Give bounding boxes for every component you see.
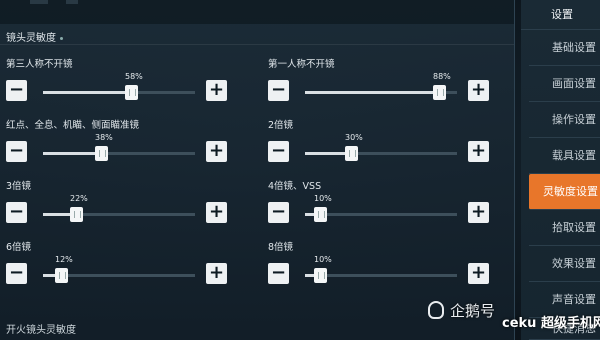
decrease-button[interactable]: − <box>268 263 289 284</box>
watermark: 企鹅号 <box>428 300 495 321</box>
sidebar-item-pickup[interactable]: 拾取设置 <box>529 210 600 246</box>
increase-button[interactable]: + <box>468 80 489 101</box>
section-title-text: 镜头灵敏度 <box>6 33 56 44</box>
slider-thumb[interactable] <box>314 207 327 222</box>
increase-button[interactable]: + <box>468 141 489 162</box>
settings-sidebar: 设置 基础设置 画面设置 操作设置 载具设置 灵敏度设置 拾取设置 效果设置 声… <box>521 0 600 340</box>
slider-track[interactable] <box>43 146 195 161</box>
slider-fill <box>43 152 101 155</box>
decrease-button[interactable]: − <box>6 263 27 284</box>
slider-track[interactable] <box>305 268 457 283</box>
control-label: 3倍镜 <box>6 181 32 192</box>
sensitivity-control: 4倍镜、VSS − 10% + <box>268 178 493 234</box>
increase-button[interactable]: + <box>206 80 227 101</box>
decrease-button[interactable]: − <box>268 141 289 162</box>
top-bar-fragment <box>66 0 78 4</box>
value-percent: 10% <box>314 194 332 203</box>
control-label: 第一人称不开镜 <box>268 59 335 70</box>
top-bar <box>0 0 514 24</box>
slider-thumb[interactable] <box>345 146 358 161</box>
value-percent: 10% <box>314 255 332 264</box>
slider-thumb[interactable] <box>314 268 327 283</box>
watermark-text: 企鹅号 <box>450 302 496 320</box>
value-percent: 12% <box>55 255 73 264</box>
value-percent: 88% <box>433 72 451 81</box>
slider-track[interactable] <box>305 85 457 100</box>
increase-button[interactable]: + <box>468 202 489 223</box>
value-percent: 22% <box>70 194 88 203</box>
control-label: 8倍镜 <box>268 242 294 253</box>
control-label: 红点、全息、机瞄、侧面瞄准镜 <box>6 120 140 131</box>
increase-button[interactable]: + <box>206 202 227 223</box>
sidebar-item-vehicle[interactable]: 载具设置 <box>529 138 600 174</box>
sensitivity-control: 2倍镜 − 30% + <box>268 117 493 173</box>
decrease-button[interactable]: − <box>6 141 27 162</box>
increase-button[interactable]: + <box>206 141 227 162</box>
slider-thumb[interactable] <box>70 207 83 222</box>
sidebar-item-basic[interactable]: 基础设置 <box>529 30 600 66</box>
slider-thumb[interactable] <box>55 268 68 283</box>
bottom-section-title: 开火镜头灵敏度 <box>6 325 76 336</box>
value-percent: 58% <box>125 72 143 81</box>
sensitivity-control: 8倍镜 − 10% + <box>268 239 493 295</box>
sidebar-item-effects[interactable]: 效果设置 <box>529 246 600 282</box>
slider-track[interactable] <box>43 207 195 222</box>
sensitivity-control: 6倍镜 − 12% + <box>6 239 231 295</box>
sidebar-item-graphics[interactable]: 画面设置 <box>529 66 600 102</box>
decrease-button[interactable]: − <box>6 202 27 223</box>
top-bar-fragment <box>30 0 48 4</box>
value-percent: 30% <box>345 133 363 142</box>
sensitivity-control: 3倍镜 − 22% + <box>6 178 231 234</box>
control-label: 2倍镜 <box>268 120 294 131</box>
watermark-overlay: ceku 超级手机网 <box>502 316 600 331</box>
sensitivity-control: 第三人称不开镜 − 58% + <box>6 56 231 112</box>
sensitivity-control: 第一人称不开镜 − 88% + <box>268 56 493 112</box>
slider-track[interactable] <box>43 268 195 283</box>
sidebar-header: 设置 <box>521 0 600 30</box>
increase-button[interactable]: + <box>206 263 227 284</box>
slider-thumb[interactable] <box>95 146 108 161</box>
slider-track[interactable] <box>305 207 457 222</box>
control-label: 6倍镜 <box>6 242 32 253</box>
section-divider <box>0 44 514 45</box>
settings-main-panel: 镜头灵敏度 第三人称不开镜 − 58% + 第一人称不开镜 − 88% + 红点… <box>0 0 515 340</box>
info-dot-icon <box>60 36 63 40</box>
penguin-logo-icon <box>428 301 444 319</box>
sidebar-item-controls[interactable]: 操作设置 <box>529 102 600 138</box>
slider-fill <box>43 91 131 94</box>
slider-track[interactable] <box>43 85 195 100</box>
section-title: 镜头灵敏度 <box>6 29 63 44</box>
sidebar-item-sensitivity[interactable]: 灵敏度设置 <box>529 174 600 210</box>
slider-thumb[interactable] <box>433 85 446 100</box>
value-percent: 38% <box>95 133 113 142</box>
sensitivity-control: 红点、全息、机瞄、侧面瞄准镜 − 38% + <box>6 117 231 173</box>
slider-thumb[interactable] <box>125 85 138 100</box>
slider-fill <box>305 91 439 94</box>
increase-button[interactable]: + <box>468 263 489 284</box>
slider-track[interactable] <box>305 146 457 161</box>
control-label: 第三人称不开镜 <box>6 59 73 70</box>
decrease-button[interactable]: − <box>6 80 27 101</box>
decrease-button[interactable]: − <box>268 80 289 101</box>
decrease-button[interactable]: − <box>268 202 289 223</box>
control-label: 4倍镜、VSS <box>268 181 322 192</box>
